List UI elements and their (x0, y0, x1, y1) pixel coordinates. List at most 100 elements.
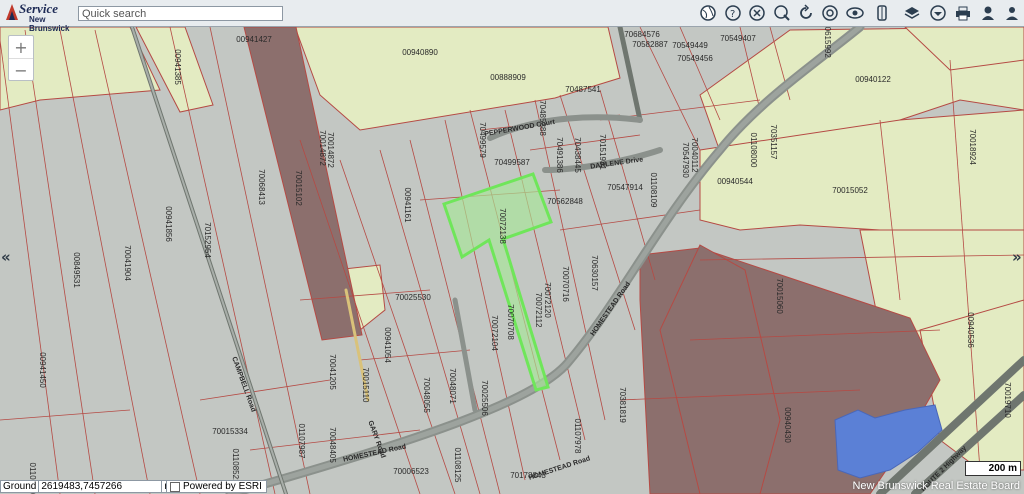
parcel-label: 70040112 (690, 138, 699, 174)
parcel-label: 00941856 (164, 206, 173, 242)
coord-value: 2619483,7457266 (38, 481, 163, 492)
globe-button[interactable] (698, 3, 718, 23)
help-button[interactable]: ? (723, 3, 743, 23)
parcel-label: 70006523 (393, 467, 429, 476)
user-button[interactable] (978, 3, 998, 23)
lifebuoy-button[interactable] (820, 3, 840, 23)
parcel-label: 70072138 (498, 208, 507, 244)
zoom-in-button[interactable]: + (9, 36, 33, 58)
parcel-label: 70684576 (624, 30, 660, 39)
parcel-label: 70015110 (361, 368, 370, 404)
identify-icon (774, 5, 790, 21)
layers-button[interactable] (902, 3, 922, 23)
parcel-label: 70015060 (775, 278, 784, 314)
account-button[interactable] (1002, 3, 1022, 23)
parcel-label: 70014872 (318, 130, 327, 166)
parcel-label: 01108109 (649, 173, 658, 209)
service-nb-logo-mark (6, 4, 18, 20)
zoom-out-button[interactable]: − (9, 58, 33, 81)
pan-left-button[interactable]: « (1, 248, 11, 266)
parcel-label: 70015102 (294, 170, 303, 206)
parcel-label: 70615992 (823, 22, 832, 58)
print-button[interactable] (953, 3, 973, 23)
parcel-label: 70070716 (561, 266, 570, 302)
view-button[interactable] (845, 3, 865, 23)
powered-by-text: Powered by ESRI (183, 481, 262, 492)
parcel-label: 70547930 (681, 142, 690, 178)
layers-icon (904, 7, 920, 19)
parcel-label: 70048055 (422, 377, 431, 413)
powered-by-checkbox[interactable] (170, 481, 180, 492)
parcel-label: 70014872 (326, 132, 335, 168)
parcel-label: 70041205 (328, 354, 337, 390)
parcel-label: 00888909 (490, 73, 526, 82)
parcel-label: 70438445 (573, 137, 582, 173)
parcel-label: 70381819 (618, 387, 627, 423)
svg-text:?: ? (730, 9, 735, 20)
zoom-control: + − (8, 35, 34, 81)
measure-button[interactable] (872, 3, 892, 23)
parcel-label: 70068413 (257, 169, 266, 205)
parcel-label: 70499579 (478, 122, 487, 158)
parcel-label: 70015052 (832, 186, 868, 195)
parcel-label: 70025506 (480, 380, 489, 416)
parcel-label: 00940122 (855, 75, 891, 84)
coord-label: Ground (3, 481, 37, 492)
parcel-label: 00940536 (966, 312, 975, 348)
parcel-label: 70491386 (555, 137, 564, 173)
basemap-icon (930, 5, 946, 21)
parcel-label: 01108521 (231, 449, 240, 485)
clear-icon (749, 5, 765, 21)
account-icon (1006, 7, 1018, 20)
print-icon (956, 6, 970, 21)
measure-icon (877, 5, 887, 21)
parcel-label: 70549456 (677, 54, 713, 63)
parcel-label: 70562848 (547, 197, 583, 206)
parcel-label: 70549449 (672, 41, 708, 50)
refresh-icon (800, 4, 812, 19)
identify-button[interactable] (772, 3, 792, 23)
scale-bar: 200 m (965, 461, 1021, 476)
parcel-label: 00941450 (38, 352, 47, 388)
help-icon: ? (725, 5, 741, 21)
parcel-label: 70015334 (212, 427, 248, 436)
parcel-label: 01108125 (453, 448, 462, 484)
service-nb-logo: Service New Brunswick (3, 1, 75, 33)
parcel-label: 00941385 (173, 49, 182, 85)
parcel-label: 70547914 (607, 183, 643, 192)
parcel-label: 70070708 (506, 304, 515, 340)
parcel-label: 70582887 (632, 40, 668, 49)
basemap-button[interactable] (928, 3, 948, 23)
parcel-label: 01107978 (573, 419, 582, 455)
powered-by-badge: Powered by ESRI (166, 480, 267, 493)
user-icon (982, 6, 994, 20)
globe-icon (700, 5, 716, 21)
parcel-label: 70151931 (598, 134, 607, 170)
parcel-label: 70178843 (510, 471, 546, 480)
parcel-label: 70630157 (590, 255, 599, 291)
parcel-label: 00940544 (717, 177, 753, 186)
coordinate-readout: Ground 2619483,7457266 m (0, 480, 176, 493)
parcel-label: 70549407 (720, 34, 756, 43)
parcel-label: 70152954 (203, 222, 212, 258)
parcel-label: 00849531 (72, 252, 81, 288)
clear-button[interactable] (747, 3, 767, 23)
parcel-label: 70018924 (968, 129, 977, 165)
quick-search-input[interactable] (78, 6, 283, 21)
top-toolbar: Service New Brunswick ? (0, 0, 1024, 33)
parcel-label: 01107987 (297, 424, 306, 460)
parcel-label: 00940430 (783, 407, 792, 443)
view-icon (846, 7, 864, 19)
parcel-label: 70487541 (565, 85, 601, 94)
parcel-map[interactable]: HOMESTEAD RoadHOMESTEAD RoadHOMESTEAD Ro… (0, 0, 1024, 494)
parcel-label: 70499587 (494, 158, 530, 167)
parcel-label: 70041904 (123, 245, 132, 281)
parcel-label: 01108000 (749, 133, 758, 169)
parcel-label: 70485388 (538, 100, 547, 136)
parcel-label: 70072104 (490, 315, 499, 351)
watermark: New Brunswick Real Estate Board (852, 480, 1020, 492)
parcel-label: 70072120 (543, 282, 552, 318)
parcel-label: 70351157 (769, 125, 778, 161)
refresh-button[interactable] (796, 3, 816, 23)
pan-right-button[interactable]: » (1012, 248, 1022, 266)
